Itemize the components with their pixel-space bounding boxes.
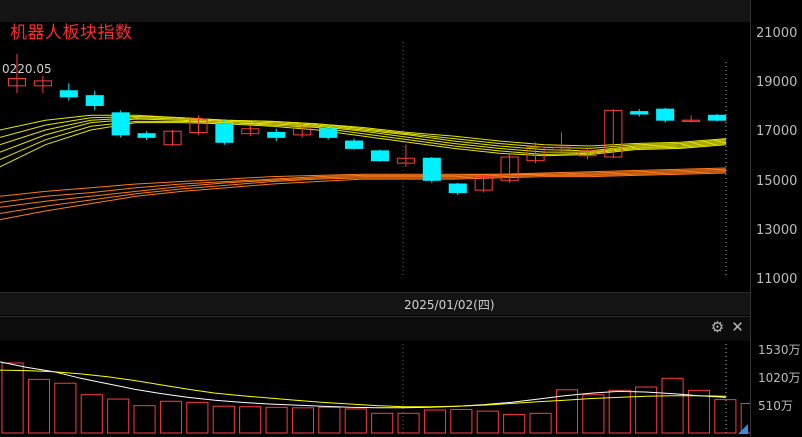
- price-tick-label: 19000: [756, 75, 798, 91]
- candle: [707, 114, 727, 122]
- candle-body: [656, 108, 675, 121]
- volume-bar: [476, 410, 499, 434]
- volume-bar: [529, 412, 552, 434]
- volume-bar: [371, 412, 394, 434]
- candle: [163, 130, 182, 146]
- volume-tick-label: 1020万: [758, 371, 801, 386]
- volume-bar: [291, 407, 315, 434]
- candle-body: [370, 150, 390, 162]
- price-tick-label: 17000: [756, 124, 798, 140]
- candle-body: [319, 128, 338, 138]
- volume-bar: [318, 406, 341, 434]
- candle: [59, 83, 78, 101]
- ma-line-orange: [0, 171, 727, 214]
- price-tick-label: 11000: [756, 271, 798, 287]
- candle: [137, 131, 156, 140]
- volume-bar: [133, 405, 156, 434]
- candle: [396, 144, 415, 167]
- volume-bar: [582, 394, 605, 434]
- volume-tick-label: 1530万: [758, 343, 801, 358]
- candle-body: [448, 183, 467, 194]
- crosshair-date-label: 2025/01/02(四): [404, 298, 495, 312]
- candle: [630, 109, 649, 117]
- candle-body: [215, 123, 234, 143]
- volume-ma-white: [0, 361, 727, 409]
- volume-bar: [397, 412, 420, 434]
- volume-bar: [714, 399, 737, 434]
- gear-icon[interactable]: ⚙: [710, 320, 725, 335]
- volume-bar: [661, 377, 684, 434]
- volume-panel-header: [0, 316, 750, 341]
- volume-bar: [1, 362, 24, 434]
- candle-body: [85, 95, 104, 106]
- candle: [33, 76, 52, 94]
- volume-bar: [344, 408, 367, 434]
- volume-tick-label: 510万: [758, 399, 793, 414]
- candle-body: [111, 112, 130, 136]
- volume-bar: [27, 378, 51, 434]
- date-axis-strip: [0, 292, 750, 315]
- candle: [552, 132, 571, 153]
- price-tick-label: 13000: [756, 222, 798, 238]
- volume-bar: [239, 406, 262, 434]
- candle-body: [267, 131, 286, 138]
- candle: [215, 120, 234, 145]
- candle-body: [422, 157, 441, 181]
- candle: [344, 138, 364, 150]
- price-tick-label: 21000: [756, 26, 798, 42]
- volume-bar: [265, 406, 288, 434]
- volume-bar: [186, 401, 209, 434]
- candle: [526, 142, 545, 164]
- candle: [370, 149, 390, 162]
- candle: [422, 157, 441, 183]
- candle: [656, 107, 675, 123]
- candle-body: [59, 90, 78, 98]
- chart-canvas: [0, 42, 750, 434]
- close-icon[interactable]: ✕: [730, 320, 745, 335]
- last-price-label: 0220.05: [2, 62, 52, 76]
- candle: [682, 115, 701, 123]
- volume-bar: [450, 408, 473, 434]
- candle: [85, 90, 104, 111]
- volume-bar: [80, 394, 103, 434]
- candle-body: [344, 140, 364, 149]
- candle: [267, 128, 286, 142]
- candle: [448, 182, 467, 196]
- candle: [241, 125, 260, 137]
- index-title: 机器人板块指数: [10, 23, 133, 43]
- ma-line-orange: [0, 172, 727, 221]
- volume-bar: [635, 386, 658, 434]
- volume-bar: [54, 382, 77, 434]
- volume-bar: [107, 398, 130, 434]
- volume-bar: [159, 400, 183, 434]
- volume-bar: [503, 413, 526, 434]
- volume-bar: [423, 409, 447, 434]
- volume-ma-yellow: [0, 369, 727, 408]
- resize-corner-icon[interactable]: [738, 424, 748, 434]
- candle: [319, 126, 338, 140]
- candle: [500, 153, 519, 183]
- candle-body: [630, 111, 649, 115]
- price-tick-label: 15000: [756, 173, 798, 189]
- volume-bar: [212, 405, 235, 434]
- candle-body: [137, 133, 156, 138]
- candle-body: [707, 114, 727, 121]
- candle: [111, 110, 130, 138]
